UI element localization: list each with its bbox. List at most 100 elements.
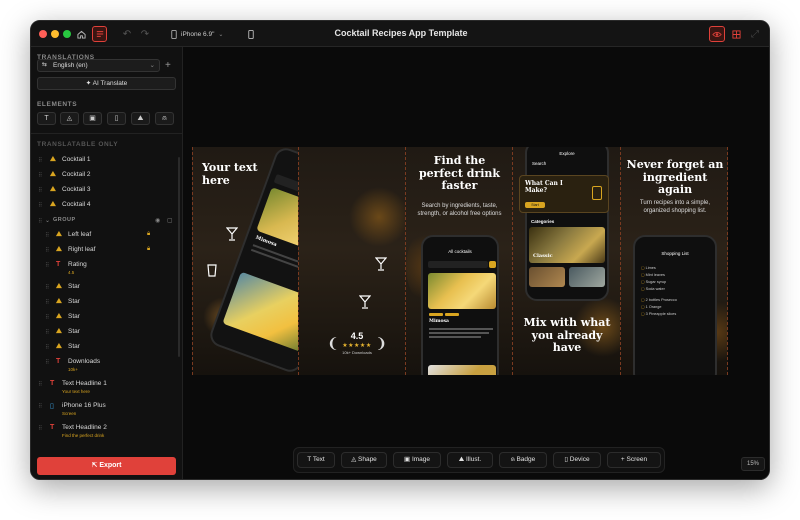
zoom-level[interactable]: 15% [741,457,765,471]
screenshot-panel-3[interactable]: Find the perfect drink faster Search by … [405,147,512,375]
lock-icon[interactable]: ▢ [167,217,173,224]
maximize-window-button[interactable] [63,30,71,38]
screenshot-panel-5[interactable]: Never forget an ingredient again Turn re… [620,147,728,375]
add-badge-element-button[interactable]: ⍝ [155,112,174,125]
layer-row[interactable]: ⠿ ⛰ Star [31,341,181,355]
panel-subtext[interactable]: Turn recipes into a simple, organized sh… [629,199,721,215]
shopping-list-item[interactable]: ▢ 2 bottles Prosecco [641,297,713,304]
lock-icon[interactable]: 🔒︎ [147,231,150,238]
drag-handle-icon[interactable]: ⠿ [45,247,50,254]
add-illustration-tool[interactable]: ⛰ Illust. [447,452,493,468]
add-text-tool[interactable]: T Text [297,452,335,468]
shopping-list-item[interactable]: ▢ Sugar syrup [641,279,713,286]
layer-row[interactable]: ⠿ ⛰ Star [31,326,181,340]
layer-row[interactable]: ⠿ ⛰ Cocktail 3 [31,184,181,198]
search-label: Search [532,161,547,166]
drag-handle-icon[interactable]: ⠿ [38,172,43,179]
add-image-tool[interactable]: ▣ Image [393,452,441,468]
layer-row[interactable]: ⠿ ⛰ Star [31,296,181,310]
screenshot-panel-4[interactable]: Explore Search What Can I Make? Start Ca… [512,147,620,375]
layer-row[interactable]: ⠿ ⛰ Right leaf 🔒︎ [31,244,181,258]
layer-row[interactable]: ⠿ ⛰ Cocktail 1 [31,154,181,168]
category-card-image[interactable] [529,267,565,287]
drag-handle-icon[interactable]: ⠿ [38,425,43,432]
drag-handle-icon[interactable]: ⠿ [38,381,43,388]
drag-handle-icon[interactable]: ⠿ [45,299,50,306]
phone-frame[interactable]: All cocktails Mimosa [421,235,499,375]
drag-handle-icon[interactable]: ⠿ [45,232,50,239]
panel-headline[interactable]: Mix with what you already have [519,316,615,355]
category-card-image[interactable] [569,267,605,287]
phone-frame[interactable]: Shopping List ▢ Limes ▢ Mint leaves ▢ Su… [633,235,717,375]
add-badge-tool[interactable]: ⍝ Badge [499,452,547,468]
drag-handle-icon[interactable]: ⠿ [38,218,43,225]
drag-handle-icon[interactable]: ⠿ [45,284,50,291]
canvas[interactable]: Your text here All cocktails Mimosa [183,47,769,479]
drag-handle-icon[interactable]: ⠿ [45,359,50,366]
lock-icon[interactable]: 🔒︎ [147,246,150,253]
layers-panel-toggle[interactable] [92,26,107,42]
layer-row[interactable]: ⠿ T Text Headline 2 Find the perfect dri… [31,422,181,438]
add-device-element-button[interactable]: ▯ [107,112,126,125]
export-button[interactable]: ⇱ Export [37,457,176,475]
shopping-list-item[interactable]: ▢ 3 Pineapple slices [641,311,713,318]
eye-icon[interactable]: ◉ [155,217,160,224]
close-window-button[interactable] [39,30,47,38]
what-can-i-make-card[interactable]: What Can I Make? Start [519,175,609,213]
panel-headline[interactable]: Never forget an ingredient again [625,158,725,197]
add-text-element-button[interactable]: T [37,112,56,125]
drag-handle-icon[interactable]: ⠿ [38,187,43,194]
layer-row[interactable]: ⠿ ⛰ Cocktail 4 [31,199,181,213]
shopping-list-item[interactable]: ▢ Mint leaves [641,272,713,279]
add-device-tool[interactable]: ▯ Device [553,452,601,468]
minimize-window-button[interactable] [51,30,59,38]
chevron-down-icon[interactable]: ⌄ [45,217,50,224]
drag-handle-icon[interactable]: ⠿ [45,314,50,321]
device-frame-icon[interactable] [245,26,257,42]
redo-icon[interactable]: ↷ [139,26,151,42]
panel-headline[interactable]: Your text here [202,161,272,187]
layer-row[interactable]: ⠿ ⛰ Star [31,311,181,325]
screenshot-panel-2[interactable]: ❨ ❩ 4.5 ★★★★★ 10k+ Downloads [298,147,405,375]
add-language-button[interactable]: + [165,59,171,72]
drag-handle-icon[interactable]: ⠿ [45,344,50,351]
add-illustration-element-button[interactable]: ⛰ [131,112,150,125]
layer-row[interactable]: ⠿ ▯ iPhone 16 Plus Screen [31,400,181,416]
add-screen-tool[interactable]: + Screen [607,452,661,468]
grid-icon[interactable] [729,26,743,42]
drag-handle-icon[interactable]: ⠿ [38,157,43,164]
layer-row[interactable]: ⠿ ⛰ Left leaf 🔒︎ [31,229,181,243]
shopping-list-item[interactable]: ▢ 1 Orange [641,304,713,311]
layer-row[interactable]: ⠿ T Downloads 10k+ [31,356,181,372]
device-selector[interactable]: iPhone 6.9" ⌄ [171,26,241,42]
undo-icon[interactable]: ↶ [121,26,133,42]
start-button[interactable]: Start [525,202,545,208]
add-shape-element-button[interactable]: ◬ [60,112,79,125]
layers-scrollbar[interactable] [178,157,180,357]
layer-row[interactable]: ⠿ ⛰ Star [31,281,181,295]
ai-translate-button[interactable]: ✦ AI Translate [37,77,176,90]
layer-row[interactable]: ⠿ ⛰ Cocktail 2 [31,169,181,183]
panel-subtext[interactable]: Search by ingredients, taste, strength, … [414,202,505,218]
add-image-element-button[interactable]: ▣ [83,112,102,125]
layer-row[interactable]: ⠿ T Rating 4.5 [31,259,181,275]
category-card-image[interactable]: Classic [529,227,605,263]
drag-handle-icon[interactable]: ⠿ [38,202,43,209]
drag-handle-icon[interactable]: ⠿ [38,403,43,410]
preview-eye-button[interactable] [709,26,725,42]
language-select[interactable]: ⇆ English (en) ⌄ [37,59,160,72]
group-row[interactable]: ⠿ ⌄ GROUP ◉ ▢ [31,215,181,229]
panel-headline[interactable]: Find the perfect drink faster [412,154,507,193]
drag-handle-icon[interactable]: ⠿ [45,262,50,269]
home-icon[interactable] [74,26,88,42]
expand-icon[interactable]: ⤢ [749,26,761,42]
drag-handle-icon[interactable]: ⠿ [45,329,50,336]
layer-row[interactable]: ⠿ T Text Headline 1 Your text here [31,378,181,394]
illustration-icon: ⛰ [50,186,56,193]
shopping-list-item[interactable]: ▢ Limes [641,265,713,272]
shopping-list-item[interactable]: ▢ Soda water [641,286,713,297]
screenshot-strip[interactable]: Your text here All cocktails Mimosa [192,147,728,375]
device-icon: ▯ [114,115,119,122]
add-shape-tool[interactable]: ◬ Shape [341,452,387,468]
rating-badge[interactable]: ❨ ❩ 4.5 ★★★★★ 10k+ Downloads [327,331,387,361]
